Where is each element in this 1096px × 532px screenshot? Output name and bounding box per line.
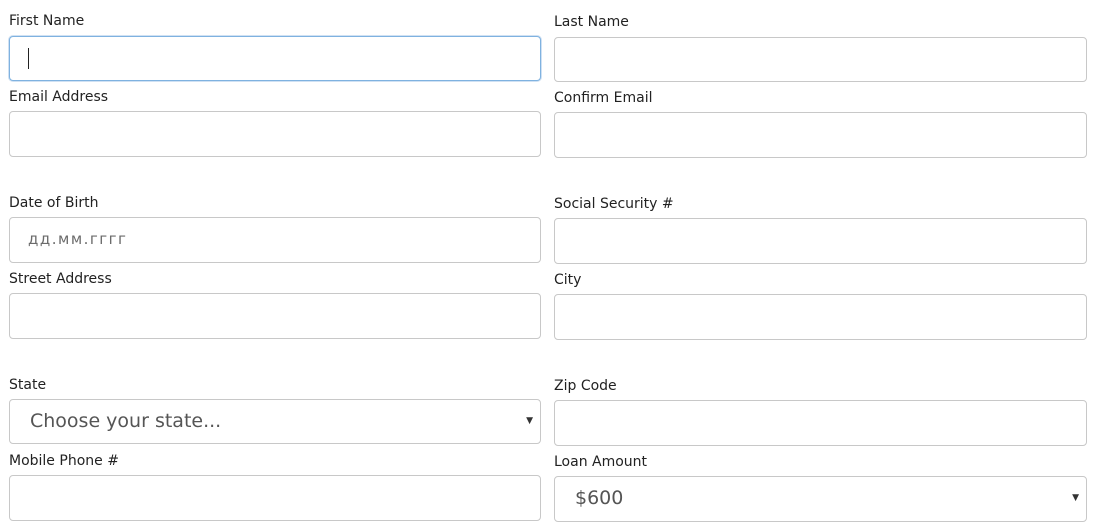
state-selected-value: Choose your state... [30,410,222,432]
confirm-email-input[interactable] [554,112,1087,158]
first-name-label: First Name [9,13,85,29]
ssn-label: Social Security # [554,196,674,212]
state-label: State [9,377,47,393]
street-label: Street Address [9,271,112,287]
email-label: Email Address [9,89,109,105]
zip-input[interactable] [554,400,1087,446]
street-input[interactable] [9,293,541,339]
loan-amount-label: Loan Amount [554,454,648,470]
last-name-input[interactable] [554,37,1087,82]
city-label: City [554,272,582,288]
email-input[interactable] [9,111,541,157]
state-select[interactable]: Choose your state... ▼ [9,399,541,444]
ssn-input[interactable] [554,218,1087,264]
first-name-input[interactable] [9,36,541,81]
dob-label: Date of Birth [9,195,99,211]
dob-placeholder: дд.мм.гггг [28,230,128,248]
last-name-label: Last Name [554,14,629,30]
text-caret [28,48,29,69]
confirm-email-label: Confirm Email [554,90,653,106]
mobile-input[interactable] [9,475,541,521]
city-input[interactable] [554,294,1087,340]
dob-input[interactable]: дд.мм.гггг [9,217,541,263]
loan-amount-selected-value: $600 [575,487,624,509]
zip-label: Zip Code [554,378,617,394]
mobile-label: Mobile Phone # [9,453,119,469]
chevron-down-icon: ▼ [526,416,533,426]
loan-amount-select[interactable]: $600 ▼ [554,476,1087,522]
chevron-down-icon: ▼ [1072,493,1079,503]
